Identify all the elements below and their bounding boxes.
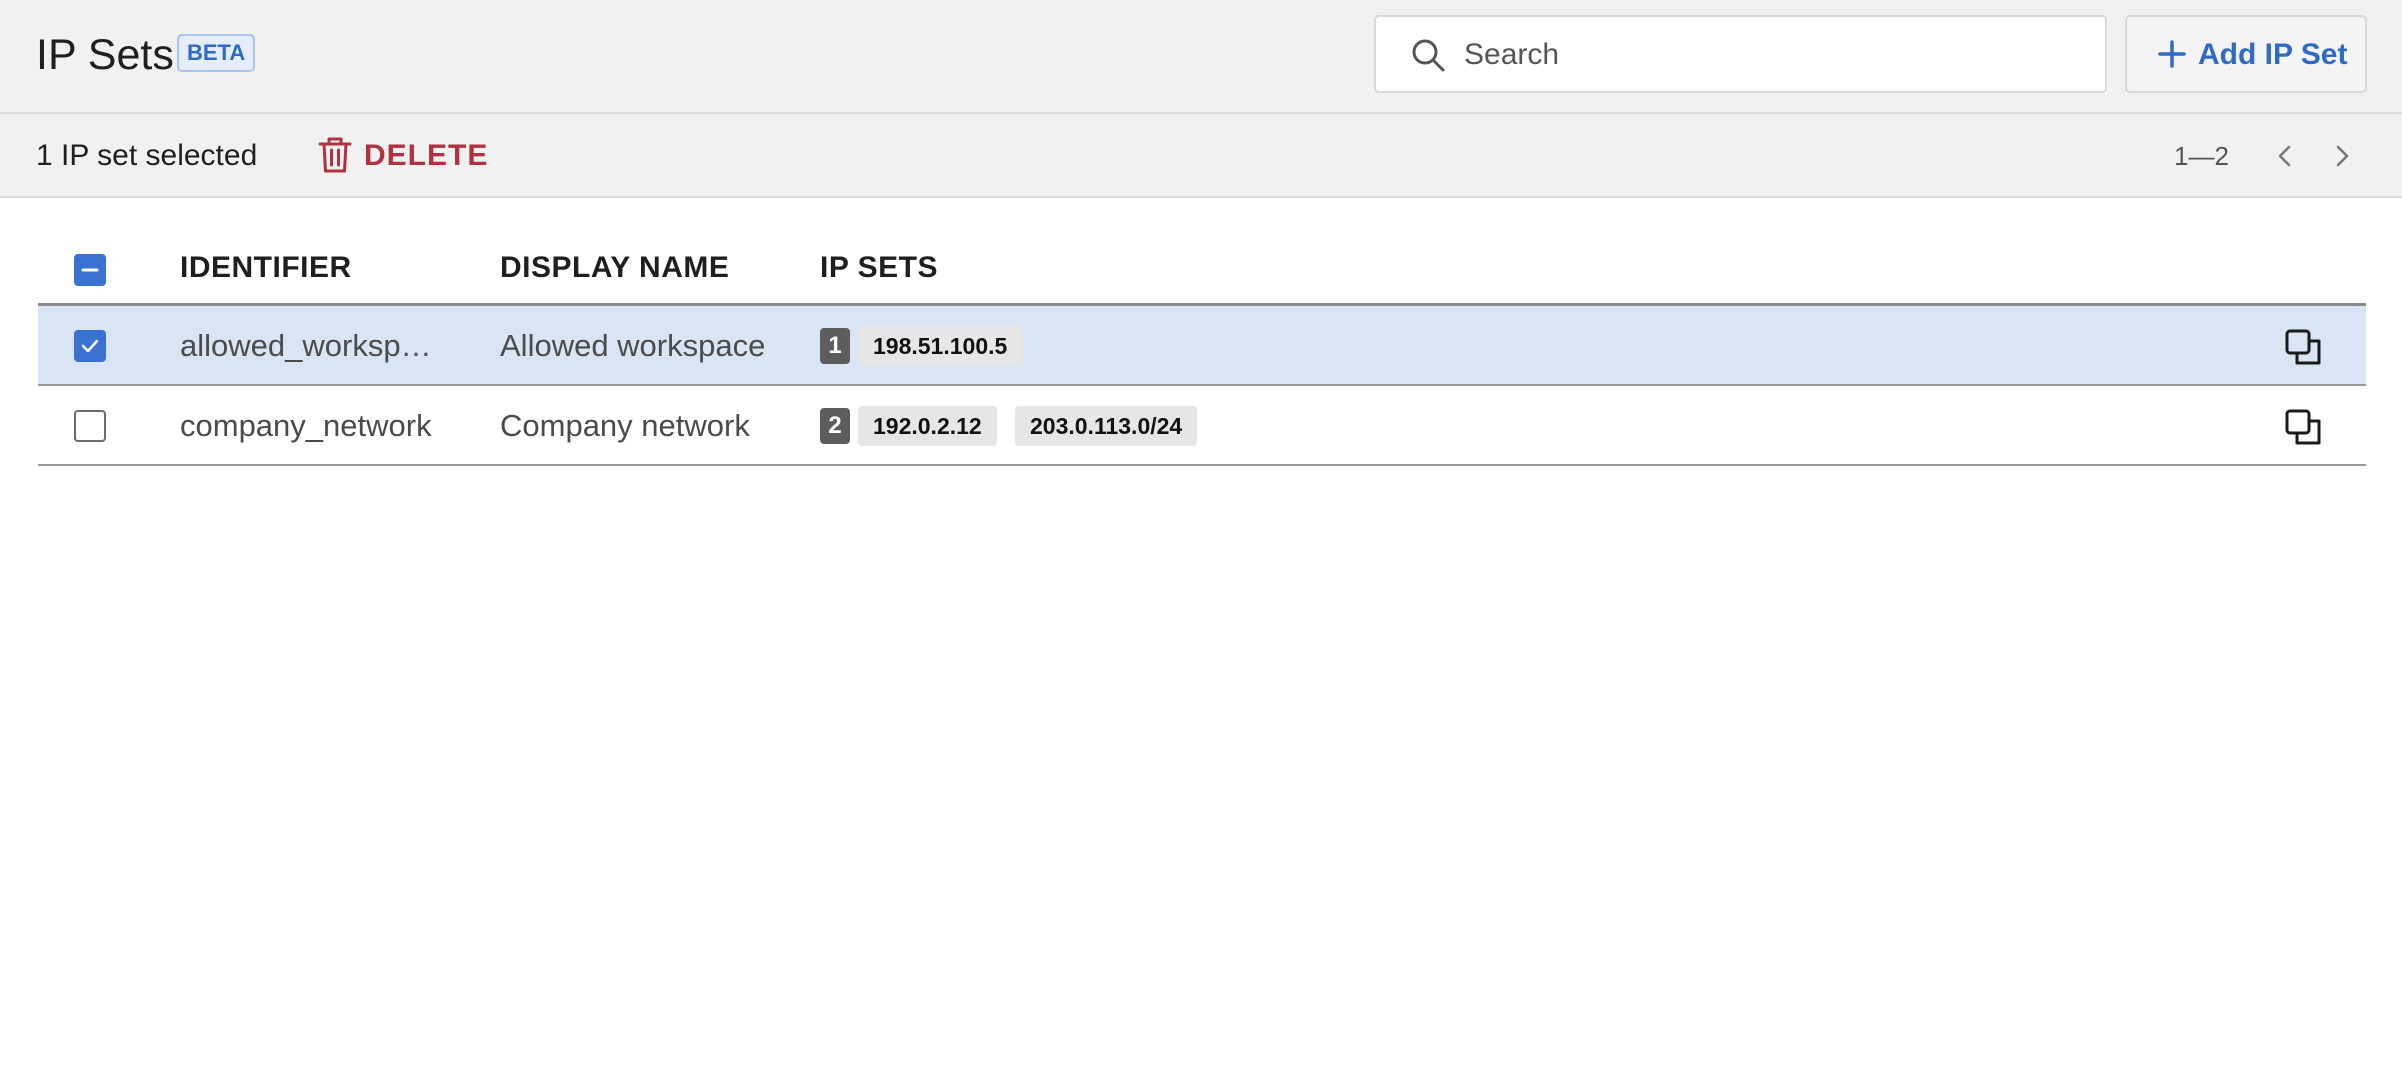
- copy-icon: [2285, 329, 2321, 365]
- add-ip-set-label: Add IP Set: [2198, 38, 2348, 71]
- row-identifier: allowed_worksp…: [180, 328, 432, 363]
- beta-badge: BETA: [177, 34, 256, 72]
- ip-count-badge: 2: [820, 408, 850, 444]
- row-checkbox[interactable]: [74, 330, 106, 362]
- row-checkbox[interactable]: [74, 410, 106, 442]
- row-display-name: Allowed workspace: [500, 328, 766, 363]
- search-icon: [1412, 39, 1445, 72]
- select-all-checkbox[interactable]: [74, 254, 106, 286]
- table-row[interactable]: company_network Company network 2 192.0.…: [38, 386, 2366, 466]
- page-title: IP Sets: [36, 31, 174, 79]
- selection-toolbar: 1 IP set selected DELETE 1—2: [0, 114, 2402, 198]
- trash-icon: [318, 137, 352, 173]
- table-row[interactable]: allowed_worksp… Allowed workspace 1 198.…: [38, 306, 2366, 386]
- ip-count-badge: 1: [820, 328, 850, 364]
- search-input[interactable]: [1462, 31, 2066, 79]
- plus-icon: [2158, 40, 2186, 68]
- copy-icon: [2285, 409, 2321, 445]
- copy-button[interactable]: [2284, 408, 2322, 446]
- add-ip-set-button[interactable]: Add IP Set: [2125, 15, 2367, 93]
- copy-button[interactable]: [2284, 328, 2322, 366]
- check-icon: [81, 339, 99, 353]
- previous-page-button[interactable]: [2270, 138, 2300, 174]
- column-header-ip-sets[interactable]: IP SETS: [820, 250, 938, 286]
- next-page-button[interactable]: [2327, 138, 2357, 174]
- chevron-left-icon: [2278, 145, 2291, 167]
- column-header-identifier[interactable]: IDENTIFIER: [180, 250, 352, 286]
- column-header-display-name[interactable]: DISPLAY NAME: [500, 250, 729, 286]
- selection-count: 1 IP set selected: [36, 139, 258, 172]
- ip-tag: 203.0.113.0/24: [1015, 406, 1198, 446]
- pagination-range: 1—2: [2174, 141, 2229, 171]
- page-header: IP Sets BETA Add IP Set: [0, 0, 2402, 114]
- ip-tag: 198.51.100.5: [858, 326, 1023, 366]
- minus-icon: [81, 268, 99, 272]
- ip-sets-table: IDENTIFIER DISPLAY NAME IP SETS allowed_…: [38, 230, 2366, 466]
- row-identifier: company_network: [180, 408, 432, 443]
- ip-tag: 192.0.2.12: [858, 406, 997, 446]
- row-display-name: Company network: [500, 408, 750, 443]
- delete-label: DELETE: [364, 139, 489, 172]
- search-box[interactable]: [1374, 15, 2107, 93]
- table-header: IDENTIFIER DISPLAY NAME IP SETS: [38, 230, 2366, 306]
- chevron-right-icon: [2336, 145, 2349, 167]
